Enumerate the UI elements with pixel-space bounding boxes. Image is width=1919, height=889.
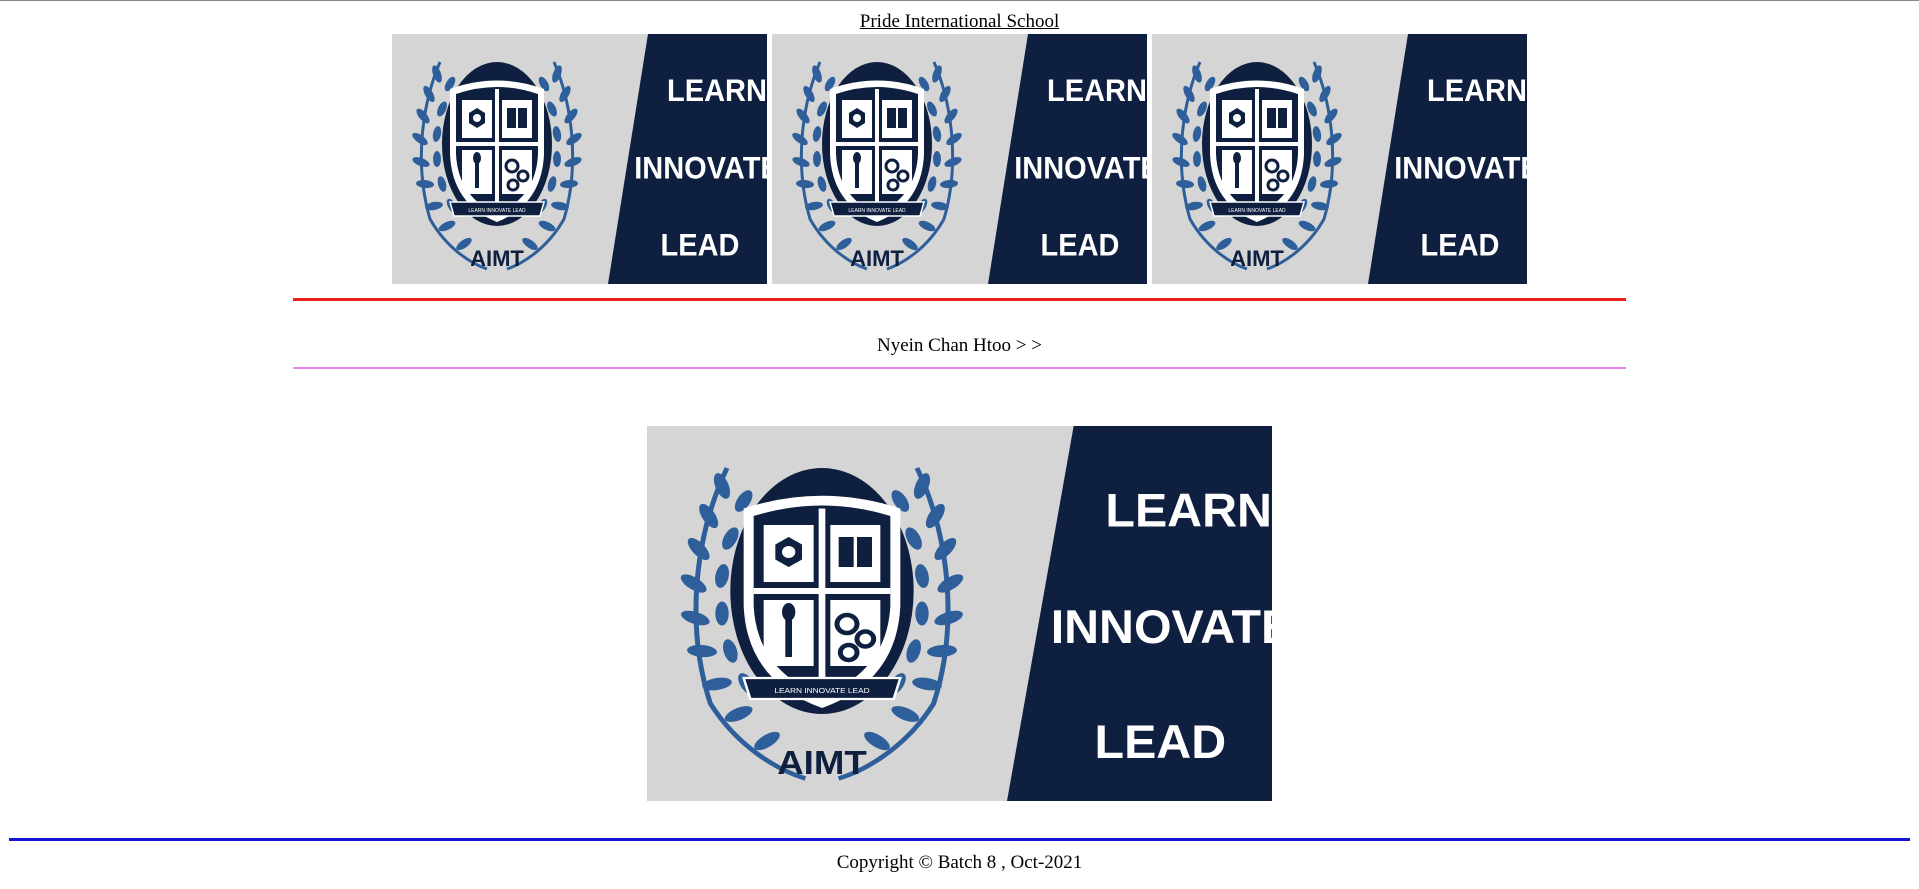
- svg-text:INNOVATE: INNOVATE: [1014, 152, 1147, 186]
- svg-text:LEAD: LEAD: [1095, 717, 1227, 769]
- page-header: Pride International School: [0, 10, 1919, 34]
- school-crest-icon: [1202, 62, 1312, 226]
- main-banner-image: LEARN INNOVATE LEAD AIMT LEARN INNOVATE …: [647, 426, 1272, 801]
- svg-text:LEARN INNOVATE LEAD: LEARN INNOVATE LEAD: [774, 686, 870, 695]
- svg-text:LEARN: LEARN: [667, 74, 767, 108]
- school-crest-icon: [822, 62, 932, 226]
- site-title-link[interactable]: Pride International School: [860, 11, 1059, 32]
- svg-text:AIMT: AIMT: [1230, 246, 1284, 271]
- svg-text:LEARN INNOVATE LEAD: LEARN INNOVATE LEAD: [848, 208, 906, 214]
- svg-text:LEARN: LEARN: [1047, 74, 1147, 108]
- svg-text:AIMT: AIMT: [470, 246, 524, 271]
- svg-text:AIMT: AIMT: [777, 745, 867, 782]
- banner-image-1: LEARN INNOVATE LEAD AIMT LEARN INNOVATE …: [392, 34, 767, 284]
- svg-text:LEARN: LEARN: [1105, 485, 1271, 537]
- divider-pink: [293, 367, 1626, 369]
- school-crest-icon: [442, 62, 552, 226]
- svg-text:INNOVATE: INNOVATE: [1394, 152, 1527, 186]
- svg-text:LEARN INNOVATE LEAD: LEARN INNOVATE LEAD: [1228, 208, 1286, 214]
- aimt-banner-graphic: LEARN INNOVATE LEAD AIMT LEARN INNOVATE …: [647, 426, 1272, 801]
- divider-red: [293, 298, 1626, 301]
- aimt-banner-graphic: LEARN INNOVATE LEAD AIMT LEARN INNOVATE …: [392, 34, 767, 284]
- svg-text:AIMT: AIMT: [850, 246, 904, 271]
- page-top-border: [0, 0, 1919, 1]
- aimt-banner-graphic: LEARN INNOVATE LEAD AIMT LEARN INNOVATE …: [772, 34, 1147, 284]
- svg-text:INNOVATE: INNOVATE: [634, 152, 767, 186]
- school-crest-icon: [730, 468, 914, 714]
- svg-text:LEARN: LEARN: [1427, 74, 1527, 108]
- svg-text:LEAD: LEAD: [661, 228, 740, 262]
- svg-text:LEAD: LEAD: [1041, 228, 1120, 262]
- aimt-banner-graphic: LEARN INNOVATE LEAD AIMT LEARN INNOVATE …: [1152, 34, 1527, 284]
- banner-image-3: LEARN INNOVATE LEAD AIMT LEARN INNOVATE …: [1152, 34, 1527, 284]
- svg-text:INNOVATE: INNOVATE: [1051, 602, 1272, 654]
- divider-blue: [9, 838, 1910, 841]
- footer-copyright: Copyright © Batch 8 , Oct-2021: [836, 852, 1083, 873]
- breadcrumb: Nyein Chan Htoo > >: [877, 335, 1042, 356]
- svg-text:LEARN INNOVATE LEAD: LEARN INNOVATE LEAD: [468, 208, 526, 214]
- svg-text:LEAD: LEAD: [1421, 228, 1500, 262]
- banner-image-2: LEARN INNOVATE LEAD AIMT LEARN INNOVATE …: [772, 34, 1147, 284]
